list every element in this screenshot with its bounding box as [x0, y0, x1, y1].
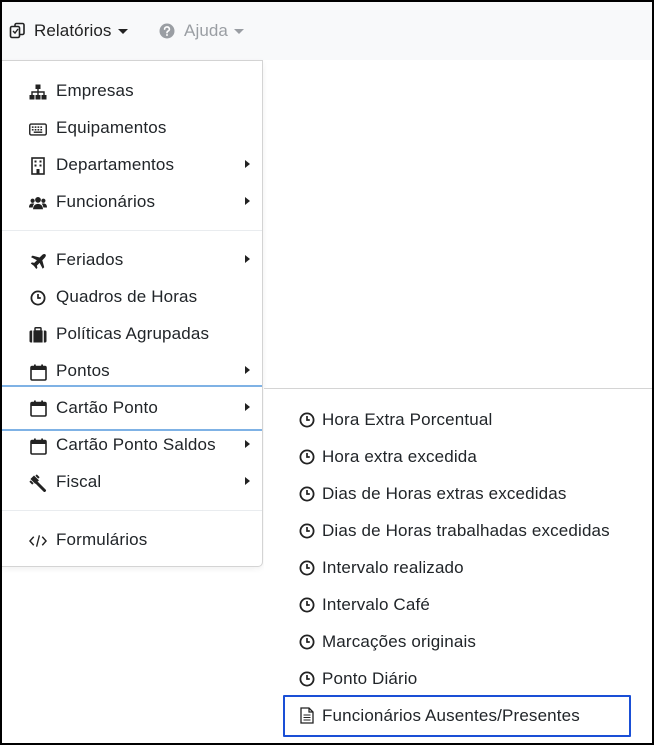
top-navbar: Relatórios Ajuda: [2, 2, 652, 60]
sitemap-icon: [29, 83, 47, 101]
menu-item-label: Feriados: [56, 250, 124, 269]
briefcase-icon: [29, 326, 47, 344]
clock-icon: [298, 411, 316, 429]
clock-icon: [298, 596, 316, 614]
menu-item-label: Pontos: [56, 361, 110, 380]
gavel-icon: [29, 474, 47, 492]
clock-icon: [298, 522, 316, 540]
chevron-down-icon: [117, 28, 128, 34]
menu-item-quadros-de-horas[interactable]: Quadros de Horas: [2, 280, 262, 314]
menu-item-label: Cartão Ponto: [56, 398, 158, 417]
chevron-right-icon: [245, 366, 250, 374]
menu-item-empresas[interactable]: Empresas: [2, 74, 262, 108]
menu-item-equipamentos[interactable]: Equipamentos: [2, 111, 262, 145]
plane-icon: [29, 252, 47, 270]
menu-item-cartao-ponto[interactable]: Cartão Ponto: [2, 385, 262, 431]
submenu-item-label: Hora extra excedida: [322, 447, 477, 466]
chevron-right-icon: [245, 160, 250, 168]
menu-item-fiscal[interactable]: Fiscal: [2, 465, 262, 499]
users-icon: [29, 194, 47, 212]
calendar-icon: [29, 399, 47, 417]
submenu-item-hora-extra-excedida[interactable]: Hora extra excedida: [264, 440, 652, 474]
submenu-item-ponto-diario[interactable]: Ponto Diário: [264, 662, 652, 696]
submenu-item-hora-extra-porcentual[interactable]: Hora Extra Porcentual: [264, 403, 652, 437]
submenu-item-funcionarios-ausentes-presentes[interactable]: Funcionários Ausentes/Presentes: [283, 695, 631, 737]
menu-item-formularios[interactable]: Formulários: [2, 523, 262, 557]
chevron-right-icon: [245, 477, 250, 485]
chevron-right-icon: [245, 440, 250, 448]
menu-item-politicas-agrupadas[interactable]: Políticas Agrupadas: [2, 317, 262, 351]
submenu-item-label: Ponto Diário: [322, 669, 418, 688]
file-text-icon: [298, 706, 316, 724]
menu-item-feriados[interactable]: Feriados: [2, 243, 262, 277]
code-icon: [29, 532, 47, 550]
question-circle-icon: [159, 23, 175, 39]
clock-icon: [298, 559, 316, 577]
submenu-item-dias-horas-trabalhadas-excedidas[interactable]: Dias de Horas trabalhadas excedidas: [264, 514, 652, 548]
menu-divider: [2, 230, 262, 231]
calendar-icon: [29, 437, 47, 455]
cartao-ponto-submenu: Hora Extra Porcentual Hora extra excedid…: [264, 388, 652, 743]
menu-item-pontos[interactable]: Pontos: [2, 354, 262, 388]
clock-icon: [29, 289, 47, 307]
clock-icon: [298, 670, 316, 688]
menu-item-label: Equipamentos: [56, 118, 167, 137]
clock-icon: [298, 448, 316, 466]
menu-item-label: Departamentos: [56, 155, 175, 174]
menu-item-funcionarios[interactable]: Funcionários: [2, 185, 262, 219]
submenu-item-intervalo-realizado[interactable]: Intervalo realizado: [264, 551, 652, 585]
menu-item-label: Empresas: [56, 81, 134, 100]
copy-icon: [9, 22, 27, 40]
submenu-item-label: Dias de Horas trabalhadas excedidas: [322, 521, 610, 540]
submenu-item-dias-horas-extras-excedidas[interactable]: Dias de Horas extras excedidas: [264, 477, 652, 511]
menu-item-label: Funcionários: [56, 192, 156, 211]
chevron-right-icon: [245, 255, 250, 263]
submenu-item-label: Marcações originais: [322, 632, 477, 651]
menu-item-cartao-ponto-saldos[interactable]: Cartão Ponto Saldos: [2, 428, 262, 462]
menu-item-departamentos[interactable]: Departamentos: [2, 148, 262, 182]
submenu-item-marcacoes-originais[interactable]: Marcações originais: [264, 625, 652, 659]
chevron-down-icon: [233, 28, 244, 34]
help-menu-toggle[interactable]: Ajuda: [159, 2, 244, 60]
clock-icon: [298, 633, 316, 651]
clock-icon: [298, 485, 316, 503]
reports-menu-toggle[interactable]: Relatórios: [9, 2, 128, 60]
menu-item-label: Formulários: [56, 530, 148, 549]
submenu-item-intervalo-cafe[interactable]: Intervalo Café: [264, 588, 652, 622]
help-label: Ajuda: [184, 21, 228, 40]
menu-item-label: Cartão Ponto Saldos: [56, 435, 216, 454]
chevron-right-icon: [245, 403, 250, 411]
menu-item-label: Quadros de Horas: [56, 287, 198, 306]
calendar-icon: [29, 363, 47, 381]
reports-label: Relatórios: [34, 21, 112, 40]
chevron-right-icon: [245, 197, 250, 205]
menu-item-label: Políticas Agrupadas: [56, 324, 210, 343]
submenu-item-label: Hora Extra Porcentual: [322, 410, 493, 429]
building-icon: [29, 157, 47, 175]
keyboard-icon: [29, 120, 47, 138]
menu-divider: [2, 510, 262, 511]
submenu-item-label: Funcionários Ausentes/Presentes: [322, 706, 580, 725]
submenu-item-label: Dias de Horas extras excedidas: [322, 484, 567, 503]
app-frame: Relatórios Ajuda Empresas Equipamentos D…: [0, 0, 654, 745]
submenu-item-label: Intervalo Café: [322, 595, 430, 614]
reports-dropdown-menu: Empresas Equipamentos Departamentos Func…: [2, 60, 263, 567]
menu-item-label: Fiscal: [56, 472, 102, 491]
submenu-item-label: Intervalo realizado: [322, 558, 464, 577]
